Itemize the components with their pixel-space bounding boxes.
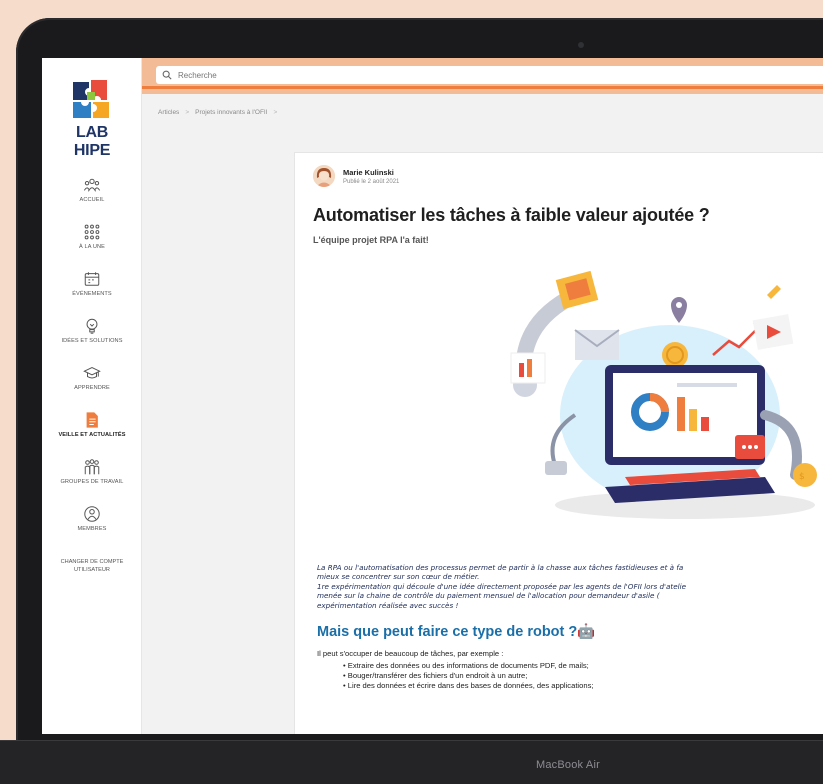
sidebar-item-veille-et-actualites[interactable]: VEILLE ET ACTUALITÉS [42, 411, 142, 457]
list-intro: Il peut s'occuper de beaucoup de tâches,… [317, 649, 504, 658]
paragraph-line: expérimentation réalisée avec succès ! [317, 600, 459, 610]
lightbulb-icon [86, 318, 98, 334]
calendar-icon [84, 272, 100, 286]
people-icon [83, 178, 101, 192]
sidebar-item-label: À LA UNE [79, 244, 105, 250]
article-card: Marie Kulinski Publié le 2 août 2021 Aut… [294, 152, 823, 734]
camera-dot [578, 42, 584, 48]
article-author: Marie Kulinski Publié le 2 août 2021 [313, 165, 399, 187]
paragraph-line: mieux se concentrer sur son cœur de méti… [317, 572, 480, 582]
member-icon [84, 506, 100, 522]
sidebar-item-accueil[interactable]: ACCUEIL [42, 176, 142, 222]
graduation-cap-icon [83, 367, 101, 379]
screen: LAB HIPE ACCUEIL À LA UNE ÉVÉNEMENTS IDÉ… [42, 58, 823, 734]
sidebar-item-label: ÉVÉNEMENTS [72, 291, 112, 297]
paragraph-line: La RPA ou l'automatisation des processus… [317, 563, 684, 572]
sidebar-item-label: APPRENDRE [74, 385, 110, 391]
list-item: Extraire des données ou des informations… [343, 661, 593, 671]
sidebar-item-label: IDÉES ET SOLUTIONS [61, 338, 123, 344]
breadcrumb: Articles > Projets innovants à l'OFII > [158, 109, 277, 116]
sidebar-item-label: VEILLE ET ACTUALITÉS [58, 432, 126, 438]
article-subtitle: L'équipe projet RPA l'a fait! [313, 235, 429, 245]
breadcrumb-separator: > [185, 109, 190, 116]
breadcrumb-articles[interactable]: Articles [158, 109, 179, 116]
paragraph-line: menée sur la chaine de contrôle du paiem… [317, 591, 660, 601]
search-box[interactable] [156, 66, 823, 84]
avatar-illustration-icon [313, 165, 335, 187]
sidebar-item-idees-et-solutions[interactable]: IDÉES ET SOLUTIONS [42, 317, 142, 363]
article-paragraph: La RPA ou l'automatisation des processus… [317, 563, 823, 610]
publish-date: Publié le 2 août 2021 [343, 178, 400, 185]
switch-account-link[interactable]: CHANGER DE COMPTE UTILISATEUR [52, 558, 132, 574]
sidebar-item-apprendre[interactable]: APPRENDRE [42, 364, 142, 410]
avatar[interactable] [313, 165, 335, 187]
document-icon [86, 412, 98, 428]
sidebar-item-evenements[interactable]: ÉVÉNEMENTS [42, 270, 142, 316]
sidebar-item-groupes-de-travail[interactable]: GROUPES DE TRAVAIL [42, 458, 142, 504]
paragraph-line: 1re expérimentation qui découle d'une id… [317, 581, 687, 591]
capabilities-list: Extraire des données ou des informations… [343, 661, 594, 691]
logo-text: LAB HIPE [73, 124, 111, 159]
lab-hipe-logo[interactable]: LAB HIPE [60, 78, 124, 160]
sidebar-nav: ACCUEIL À LA UNE ÉVÉNEMENTS IDÉES ET SOL… [42, 176, 142, 552]
puzzle-logo-icon [73, 80, 109, 118]
robot-icon: 🤖 [577, 624, 596, 640]
search-input[interactable] [178, 70, 778, 80]
rpa-illustration: $ [510, 270, 817, 519]
group-icon [84, 459, 100, 475]
device-label: MacBook Air [536, 759, 600, 771]
article-title: Automatiser les tâches à faible valeur a… [313, 205, 710, 225]
sidebar-item-a-la-une[interactable]: À LA UNE [42, 223, 142, 269]
laptop-chin: MacBook Air [0, 740, 823, 784]
list-item: Lire des données et écrire dans des base… [343, 681, 594, 691]
breadcrumb-separator: > [273, 109, 278, 116]
list-item: Bouger/transférer des fichiers d'un endr… [343, 671, 593, 681]
author-meta: Marie Kulinski Publié le 2 août 2021 [343, 168, 399, 185]
sidebar-item-label: GROUPES DE TRAVAIL [60, 479, 124, 485]
breadcrumb-projets-innovants[interactable]: Projets innovants à l'OFII [195, 109, 267, 116]
svg-text:$: $ [799, 472, 805, 482]
section-title: Mais que peut faire ce type de robot ?🤖 [317, 623, 595, 640]
sidebar-item-label: MEMBRES [77, 526, 107, 532]
topbar-accent-line [142, 86, 823, 89]
sidebar-item-membres[interactable]: MEMBRES [42, 505, 142, 551]
author-name[interactable]: Marie Kulinski [343, 168, 399, 177]
section-title-text: Mais que peut faire ce type de robot ? [317, 624, 578, 640]
sidebar-item-label: ACCUEIL [79, 197, 105, 203]
sidebar: LAB HIPE ACCUEIL À LA UNE ÉVÉNEMENTS IDÉ… [42, 58, 142, 734]
grid-icon [84, 224, 100, 240]
search-icon [162, 70, 172, 80]
